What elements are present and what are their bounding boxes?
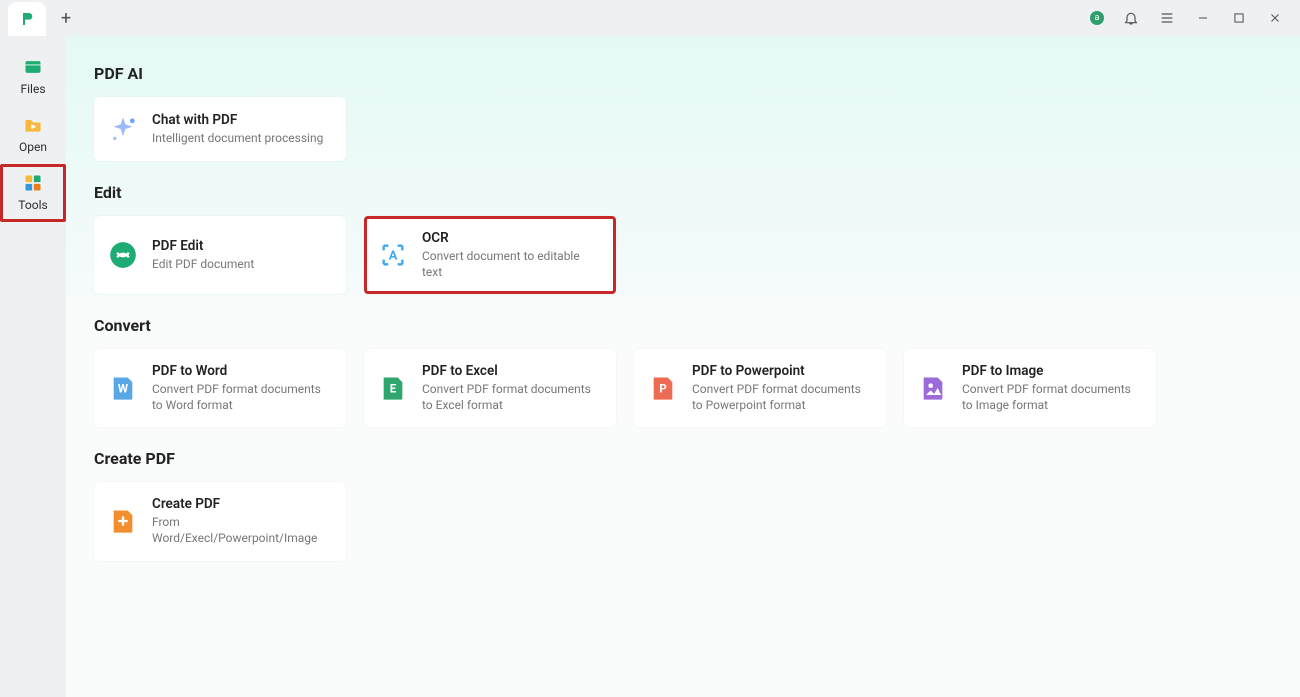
sidebar: Files Open Tools xyxy=(0,36,66,697)
ai-sparkle-icon xyxy=(108,114,138,144)
bell-icon[interactable] xyxy=(1122,9,1140,27)
card-pdf-to-powerpoint[interactable]: P PDF to Powerpoint Convert PDF format d… xyxy=(634,349,886,427)
sidebar-item-label: Files xyxy=(20,82,45,96)
sidebar-item-label: Tools xyxy=(18,198,47,212)
card-desc: From Word/Execl/Powerpoint/Image xyxy=(152,515,332,546)
card-pdf-to-excel[interactable]: E PDF to Excel Convert PDF format docume… xyxy=(364,349,616,427)
app-logo-icon xyxy=(19,11,35,27)
sidebar-item-open[interactable]: Open xyxy=(0,106,66,164)
section-title-convert: Convert xyxy=(94,316,1272,335)
image-icon xyxy=(918,373,948,403)
card-title: PDF to Word xyxy=(152,363,332,379)
avatar[interactable]: a xyxy=(1090,11,1104,25)
main-content: PDF AI Chat with PDF Intelligent documen… xyxy=(66,36,1300,697)
ocr-icon: A xyxy=(378,240,408,270)
card-desc: Convert document to editable text xyxy=(422,249,602,280)
sidebar-item-label: Open xyxy=(19,140,47,154)
card-desc: Convert PDF format documents to Powerpoi… xyxy=(692,382,872,413)
add-tab-button[interactable]: + xyxy=(52,4,80,32)
card-title: Chat with PDF xyxy=(152,112,323,128)
section-title-create-pdf: Create PDF xyxy=(94,449,1272,468)
card-chat-with-pdf[interactable]: Chat with PDF Intelligent document proce… xyxy=(94,97,346,161)
sidebar-item-files[interactable]: Files xyxy=(0,48,66,106)
create-pdf-icon xyxy=(108,506,138,536)
title-bar: + a xyxy=(0,0,1300,36)
card-desc: Convert PDF format documents to Excel fo… xyxy=(422,382,602,413)
card-pdf-to-word[interactable]: W PDF to Word Convert PDF format documen… xyxy=(94,349,346,427)
word-icon: W xyxy=(108,373,138,403)
card-title: OCR xyxy=(422,230,602,246)
card-title: Create PDF xyxy=(152,496,332,512)
svg-text:E: E xyxy=(390,382,397,396)
svg-text:P: P xyxy=(659,382,667,396)
svg-text:A: A xyxy=(389,249,398,264)
sidebar-item-tools[interactable]: Tools xyxy=(0,164,66,222)
card-desc: Intelligent document processing xyxy=(152,131,323,147)
open-icon xyxy=(22,114,44,136)
card-desc: Convert PDF format documents to Word for… xyxy=(152,382,332,413)
section-title-edit: Edit xyxy=(94,183,1272,202)
card-title: PDF to Powerpoint xyxy=(692,363,872,379)
maximize-icon[interactable] xyxy=(1230,9,1248,27)
card-title: PDF to Excel xyxy=(422,363,602,379)
powerpoint-icon: P xyxy=(648,373,678,403)
card-desc: Edit PDF document xyxy=(152,257,254,273)
close-icon[interactable] xyxy=(1266,9,1284,27)
card-ocr[interactable]: A OCR Convert document to editable text xyxy=(364,216,616,294)
card-desc: Convert PDF format documents to Image fo… xyxy=(962,382,1142,413)
card-title: PDF Edit xyxy=(152,238,254,254)
card-title: PDF to Image xyxy=(962,363,1142,379)
card-create-pdf[interactable]: Create PDF From Word/Execl/Powerpoint/Im… xyxy=(94,482,346,560)
card-pdf-to-image[interactable]: PDF to Image Convert PDF format document… xyxy=(904,349,1156,427)
svg-text:W: W xyxy=(118,382,129,396)
tools-icon xyxy=(22,172,44,194)
hamburger-icon[interactable] xyxy=(1158,9,1176,27)
excel-icon: E xyxy=(378,373,408,403)
app-logo-tab[interactable] xyxy=(8,2,46,36)
minimize-icon[interactable] xyxy=(1194,9,1212,27)
section-title-pdf-ai: PDF AI xyxy=(94,64,1272,83)
pdf-edit-icon xyxy=(108,240,138,270)
card-pdf-edit[interactable]: PDF Edit Edit PDF document xyxy=(94,216,346,294)
files-icon xyxy=(22,56,44,78)
